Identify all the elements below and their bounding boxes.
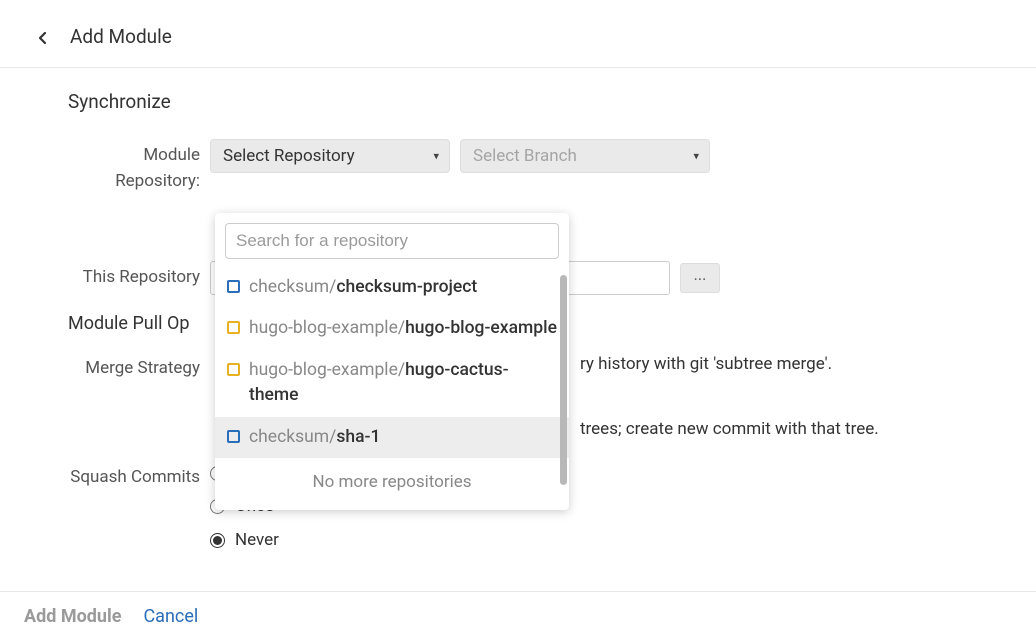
select-repository-value: Select Repository xyxy=(223,146,355,166)
merge-option-trees[interactable]: trees; create new commit with that tree. xyxy=(580,417,1036,443)
chevron-down-icon: ▾ xyxy=(693,150,699,163)
content-area: Synchronize Module Repository: Select Re… xyxy=(0,68,1036,561)
repo-icon xyxy=(227,321,240,334)
squash-never-label: Never xyxy=(235,528,279,554)
page-title: Add Module xyxy=(70,25,172,48)
label-this-repository: This Repository xyxy=(68,261,210,290)
repo-label: hugo-blog-example/hugo-cactus-theme xyxy=(249,358,557,409)
row-module-repository: Module Repository: Select Repository ▾ S… xyxy=(68,139,1036,195)
add-module-button[interactable]: Add Module xyxy=(24,606,121,627)
back-chevron-icon[interactable] xyxy=(38,24,48,49)
repo-label: checksum/checksum-project xyxy=(249,275,477,300)
repository-dropdown: checksum/checksum-project hugo-blog-exam… xyxy=(215,213,569,510)
repository-item[interactable]: checksum/sha-1 xyxy=(215,417,569,458)
repository-item[interactable]: hugo-blog-example/hugo-blog-example xyxy=(215,308,569,349)
merge-option-history[interactable]: ry history with git 'subtree merge'. xyxy=(580,352,1036,378)
repo-icon xyxy=(227,280,240,293)
select-repository[interactable]: Select Repository ▾ xyxy=(210,139,450,173)
scrollbar[interactable] xyxy=(560,275,567,485)
radio-never[interactable] xyxy=(210,533,225,548)
select-branch[interactable]: Select Branch ▾ xyxy=(460,139,710,173)
select-branch-value: Select Branch xyxy=(473,146,577,166)
merge-option-trees-label: trees; create new commit with that tree. xyxy=(580,417,879,443)
label-module-repository: Module Repository: xyxy=(68,139,210,195)
repository-search-input[interactable] xyxy=(225,223,559,259)
dropdown-footer: No more repositories xyxy=(215,458,569,508)
label-squash-commits: Squash Commits xyxy=(68,461,210,490)
repo-icon xyxy=(227,430,240,443)
cancel-button[interactable]: Cancel xyxy=(143,606,198,627)
repository-item[interactable]: hugo-blog-example/hugo-cactus-theme xyxy=(215,350,569,417)
repo-label: checksum/sha-1 xyxy=(249,425,380,450)
repository-item[interactable]: checksum/checksum-project xyxy=(215,267,569,308)
repository-list: checksum/checksum-project hugo-blog-exam… xyxy=(215,267,569,458)
merge-option-history-label: ry history with git 'subtree merge'. xyxy=(580,352,832,378)
squash-option-never[interactable]: Never xyxy=(210,528,289,554)
section-title: Synchronize xyxy=(68,90,1036,113)
dropdown-search-wrapper xyxy=(225,223,559,259)
label-merge-strategy: Merge Strategy xyxy=(68,352,210,381)
page-header: Add Module xyxy=(0,0,1036,68)
repo-icon xyxy=(227,363,240,376)
browse-button[interactable]: ... xyxy=(680,263,720,293)
footer-bar: Add Module Cancel xyxy=(0,591,1036,641)
repo-label: hugo-blog-example/hugo-blog-example xyxy=(249,316,557,341)
chevron-down-icon: ▾ xyxy=(433,150,439,163)
